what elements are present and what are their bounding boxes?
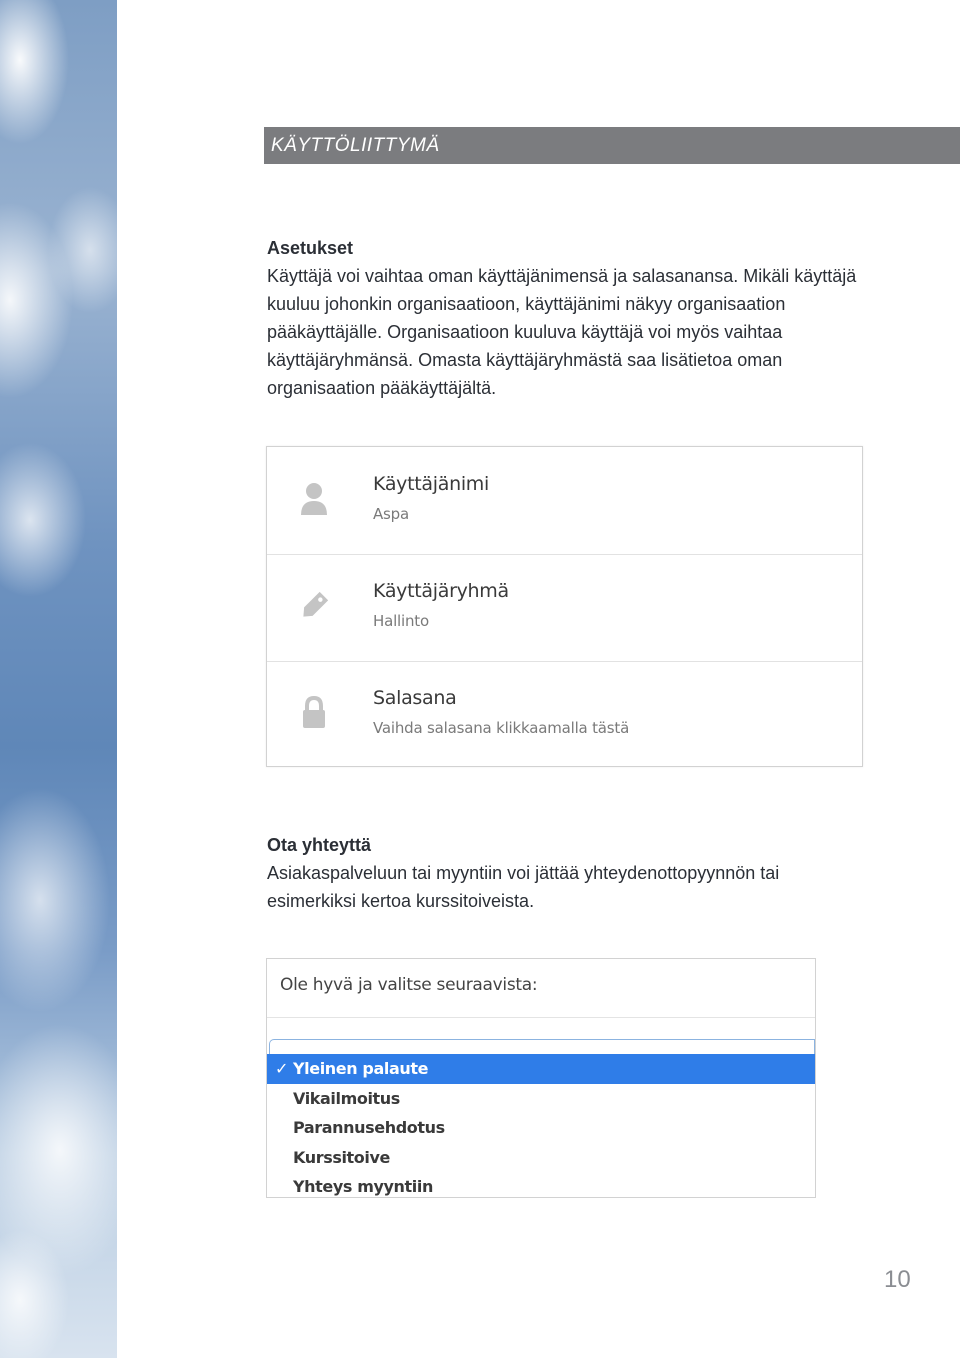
feedback-select-card: Ole hyvä ja valitse seuraavista: ✓ Ylein… <box>266 958 816 1198</box>
select-option[interactable]: ✓ Yleinen palaute <box>267 1054 815 1084</box>
setting-label-usergroup: Käyttäjäryhmä <box>373 580 509 602</box>
select-option[interactable]: Yhteys myyntiin <box>267 1172 815 1202</box>
tag-icon <box>303 591 329 617</box>
sky-side-image <box>0 0 117 1358</box>
select-option[interactable]: Vikailmoitus <box>267 1084 815 1114</box>
section-header-title: KÄYTTÖLIITTYMÄ <box>271 135 440 156</box>
select-option-label: Parannusehdotus <box>293 1118 445 1138</box>
contact-body: Asiakaspalveluun tai myyntiin voi jättää… <box>267 863 780 911</box>
section-header-bar: KÄYTTÖLIITTYMÄ <box>264 127 960 164</box>
user-icon <box>301 483 327 515</box>
checkmark-icon: ✓ <box>275 1059 289 1078</box>
select-option-label: Vikailmoitus <box>293 1088 400 1108</box>
select-divider <box>267 1017 815 1018</box>
setting-row-password[interactable]: Salasana Vaihda salasana klikkaamalla tä… <box>267 661 862 768</box>
select-option[interactable]: Kurssitoive <box>267 1143 815 1173</box>
settings-section: Asetukset Käyttäjä voi vaihtaa oman käyt… <box>267 234 867 402</box>
settings-heading: Asetukset <box>267 238 354 258</box>
select-option-list: ✓ Yleinen palaute Vikailmoitus Parannuse… <box>267 1054 815 1202</box>
select-prompt: Ole hyvä ja valitse seuraavista: <box>280 975 538 995</box>
setting-row-usergroup[interactable]: Käyttäjäryhmä Hallinto <box>267 554 862 662</box>
select-dropdown[interactable] <box>269 1039 815 1054</box>
setting-value-usergroup: Hallinto <box>373 612 429 630</box>
setting-value-password-link[interactable]: Vaihda salasana klikkaamalla tästä <box>373 719 629 737</box>
lock-icon <box>303 695 325 728</box>
select-option-label: Yleinen palaute <box>293 1059 429 1078</box>
setting-label-password: Salasana <box>373 687 457 709</box>
select-option-label: Kurssitoive <box>293 1147 390 1167</box>
setting-row-username[interactable]: Käyttäjänimi Aspa <box>267 447 862 555</box>
select-option[interactable]: Parannusehdotus <box>267 1113 815 1143</box>
setting-label-username: Käyttäjänimi <box>373 473 489 495</box>
page-number: 10 <box>884 1266 911 1293</box>
select-option-label: Yhteys myyntiin <box>293 1177 433 1197</box>
contact-heading: Ota yhteyttä <box>267 835 372 855</box>
contact-section: Ota yhteyttä Asiakaspalveluun tai myynti… <box>267 831 867 915</box>
settings-card: Käyttäjänimi Aspa Käyttäjäryhmä Hallinto… <box>266 446 863 767</box>
setting-value-username: Aspa <box>373 505 409 523</box>
settings-body: Käyttäjä voi vaihtaa oman käyttäjänimens… <box>267 266 857 398</box>
